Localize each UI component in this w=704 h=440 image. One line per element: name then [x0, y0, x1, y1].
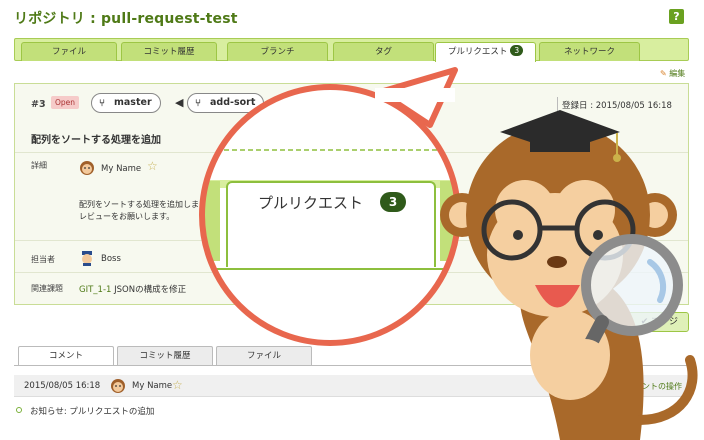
tab-network[interactable]: ネットワーク [539, 42, 640, 61]
comment-author[interactable]: My Name [132, 381, 172, 391]
tab-files-lower[interactable]: ファイル [216, 346, 312, 365]
assignee-label: 担当者 [31, 255, 55, 264]
comment-date: 2015/08/05 16:18 [24, 381, 101, 391]
zoomed-count-badge: 3 [380, 192, 406, 212]
tab-tags[interactable]: タグ [333, 42, 434, 61]
related-issue-key[interactable]: GIT_1-1 [79, 285, 111, 295]
related-issue-label: 関連課題 [31, 284, 63, 293]
target-branch-pill[interactable]: ⑂ master [91, 93, 161, 113]
divider [15, 152, 688, 153]
related-issue-title: JSONの構成を修正 [114, 285, 187, 295]
pr-title: 配列をソートする処理を追加 [31, 135, 161, 146]
help-icon[interactable]: ? [669, 9, 684, 24]
notice-text: お知らせ: プルリクエストの追加 [30, 407, 155, 417]
detail-label: 詳細 [31, 161, 47, 170]
tab-comments[interactable]: コメント [18, 346, 114, 365]
page-title: リポジトリ : pull-request-test [14, 11, 238, 27]
star-icon[interactable]: ☆ [172, 378, 183, 392]
edit-link[interactable]: ✎ 編集 [660, 68, 685, 79]
pull-request-count-badge: 3 [510, 45, 524, 56]
tab-files[interactable]: ファイル [21, 42, 117, 61]
branch-icon: ⑂ [99, 98, 105, 109]
tab-commit-history[interactable]: コミット履歴 [121, 42, 217, 61]
pencil-icon: ✎ [660, 69, 667, 78]
branch-icon: ⑂ [195, 98, 201, 109]
arrow-left-icon: ◀ [175, 96, 184, 109]
comment-header: 2015/08/05 16:18 My Name ☆ ントの操作 [14, 375, 689, 397]
merge-icon: ✔ [640, 317, 649, 327]
pr-number: #3 [31, 99, 46, 110]
registered-date: 登録日 : 2015/08/05 16:18 [562, 101, 672, 111]
comment-operations-link[interactable]: ントの操作 [642, 381, 682, 392]
repo-tab-bar: ファイル コミット履歴 ブランチ タグ プルリクエスト 3 ネットワーク [14, 38, 689, 62]
divider [14, 365, 689, 366]
zoomed-tab-label: プルリクエスト [258, 194, 364, 212]
related-issue[interactable]: GIT_1-1 JSONの構成を修正 [79, 283, 186, 295]
author-name[interactable]: My Name [101, 164, 141, 174]
tab-branches[interactable]: ブランチ [227, 42, 328, 61]
pr-description: 配列をソートする処理を追加しま レビューをお願いします。 [79, 200, 199, 221]
tab-commit-history-lower[interactable]: コミット履歴 [117, 346, 213, 365]
author-avatar [80, 161, 94, 175]
star-icon[interactable]: ☆ [147, 159, 158, 173]
status-badge: Open [51, 96, 80, 109]
assignee-name[interactable]: Boss [101, 254, 121, 264]
comment-author-avatar [111, 379, 125, 393]
assignee-avatar [82, 251, 92, 266]
merge-button[interactable]: ✔ マージ [617, 312, 689, 332]
source-branch-pill[interactable]: ⑂ add-sort [187, 93, 265, 113]
divider [557, 97, 558, 111]
notice-bullet-icon [16, 407, 22, 413]
tab-pull-requests[interactable]: プルリクエスト 3 [435, 42, 536, 62]
divider [15, 272, 688, 273]
